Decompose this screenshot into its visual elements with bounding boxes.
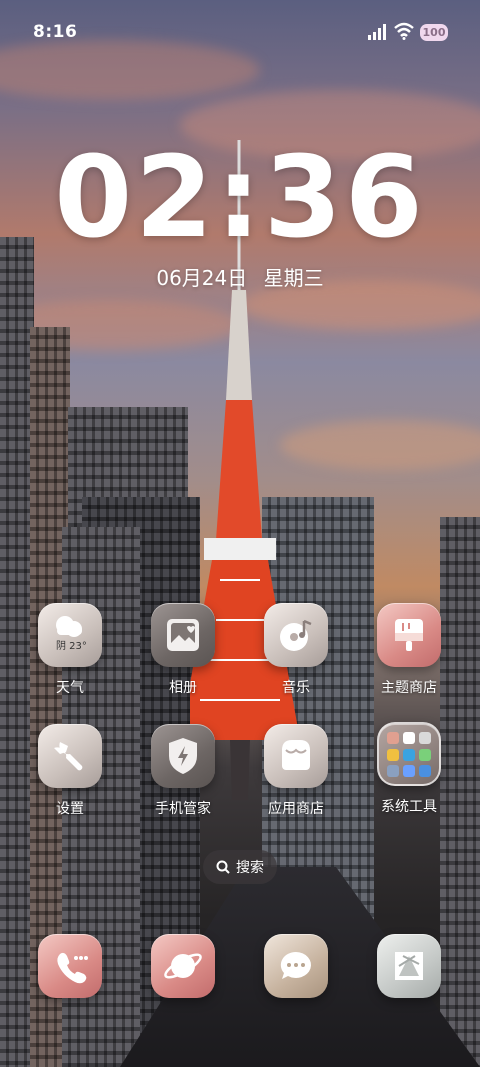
app-theme-store[interactable]: 主题商店 (354, 603, 464, 697)
app-store-icon (264, 724, 328, 788)
app-weather[interactable]: 阴 23° 天气 (15, 603, 125, 697)
app-label: 设置 (56, 801, 84, 817)
app-label: 天气 (56, 680, 84, 696)
search-button[interactable]: 搜索 (203, 850, 277, 884)
date-text: 06月24日 (156, 266, 248, 290)
browser-planet-icon (151, 934, 215, 998)
gallery-icon (151, 603, 215, 667)
dock-messages[interactable] (241, 934, 351, 998)
theme-store-icon (377, 603, 441, 667)
dock-camera[interactable] (354, 934, 464, 998)
dock-browser[interactable] (128, 934, 238, 998)
battery-indicator: 100 (420, 24, 448, 41)
app-phone-manager[interactable]: 手机管家 (128, 724, 238, 818)
app-label: 音乐 (282, 680, 310, 696)
app-music[interactable]: 音乐 (241, 603, 351, 697)
search-label: 搜索 (236, 860, 264, 876)
folder-system-tools[interactable]: 系统工具 (354, 722, 464, 816)
wifi-icon (394, 22, 414, 40)
lockscreen-clock: 02:36 (54, 133, 426, 263)
dock-phone[interactable] (15, 934, 125, 998)
search-icon (216, 860, 230, 874)
app-label: 手机管家 (155, 801, 211, 817)
app-settings[interactable]: 设置 (15, 724, 125, 818)
weather-icon: 阴 23° (38, 603, 102, 667)
weekday-text: 星期三 (263, 266, 324, 290)
security-shield-icon (151, 724, 215, 788)
app-label: 系统工具 (381, 799, 437, 815)
settings-wrench-icon (38, 724, 102, 788)
app-label: 相册 (169, 680, 197, 696)
folder-icon (377, 722, 441, 786)
weather-text: 阴 23° (56, 641, 87, 652)
message-bubble-icon (264, 934, 328, 998)
app-gallery[interactable]: 相册 (128, 603, 238, 697)
app-label: 主题商店 (381, 680, 437, 696)
cellular-signal-icon (368, 24, 386, 40)
status-bar: 8:16 100 (0, 0, 480, 66)
lockscreen-date: 06月24日 星期三 (0, 262, 480, 291)
status-time: 8:16 (33, 22, 78, 42)
app-store[interactable]: 应用商店 (241, 724, 351, 818)
phone-icon (38, 934, 102, 998)
camera-aperture-icon (377, 934, 441, 998)
app-label: 应用商店 (268, 801, 324, 817)
music-icon (264, 603, 328, 667)
